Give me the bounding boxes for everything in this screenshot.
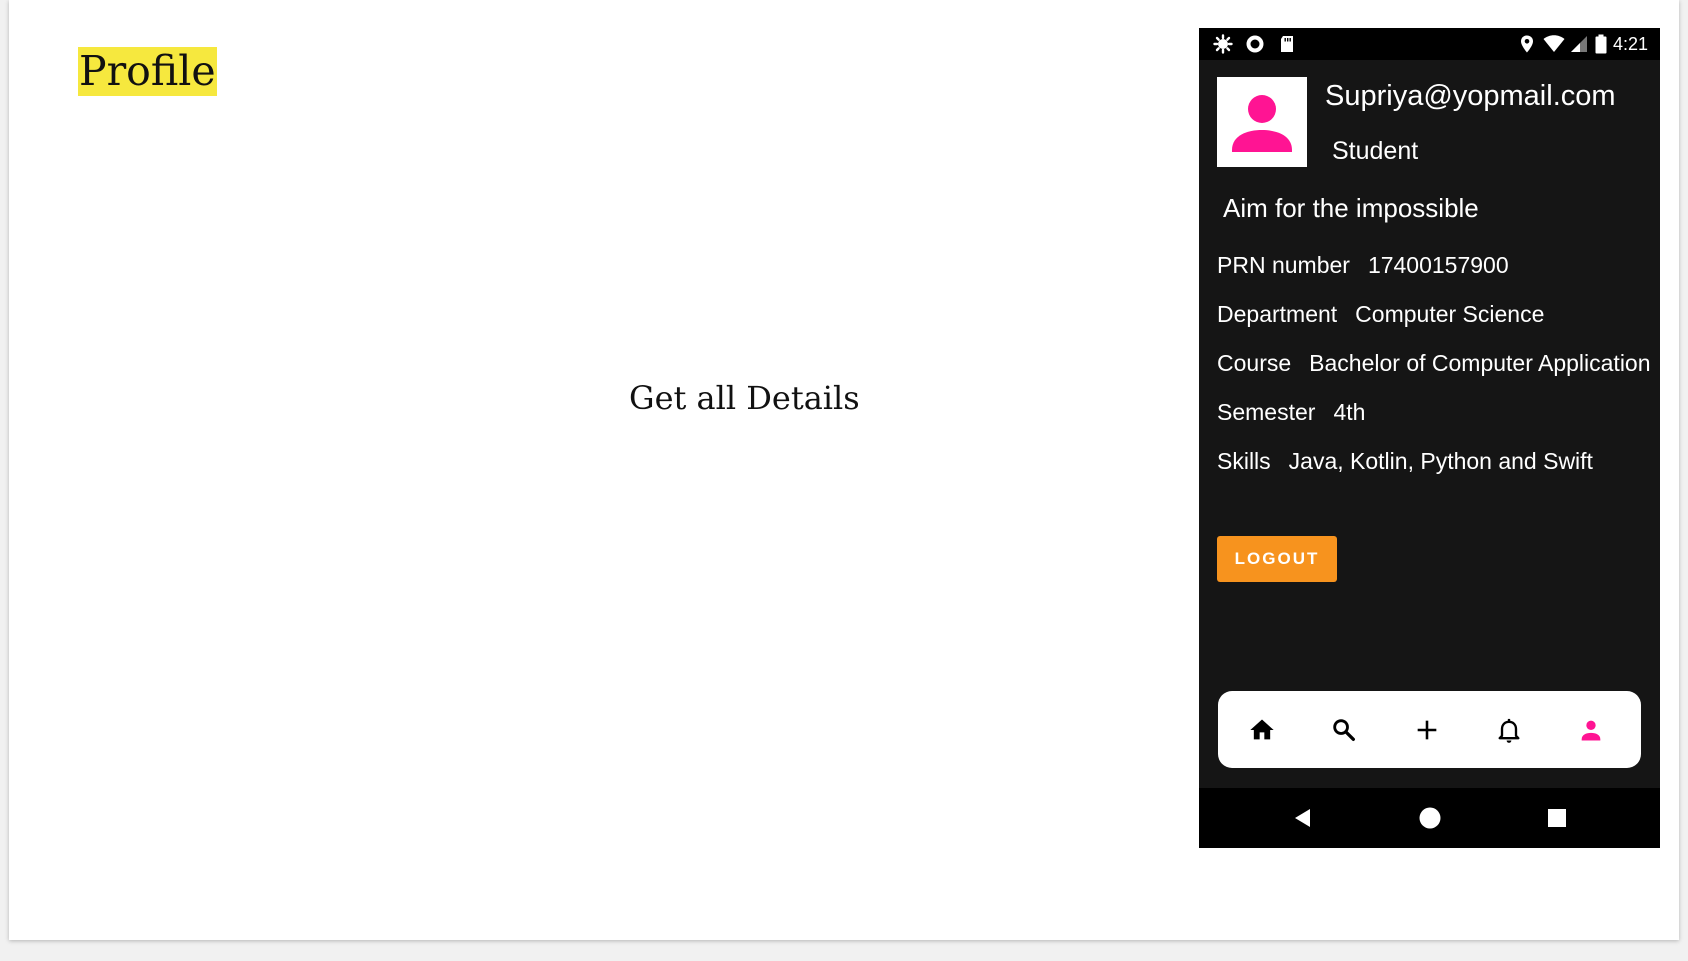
profile-motto: Aim for the impossible <box>1223 193 1479 223</box>
detail-value: 17400157900 <box>1367 252 1509 278</box>
detail-row-skills: Skills Java, Kotlin, Python and Swift <box>1217 446 1657 495</box>
nav-add[interactable] <box>1407 710 1447 750</box>
detail-value: 4th <box>1333 399 1366 425</box>
battery-icon <box>1595 34 1607 54</box>
system-nav-bar <box>1199 788 1660 848</box>
status-time: 4:21 <box>1612 33 1648 54</box>
home-circle-icon <box>1419 807 1441 829</box>
detail-row-semester: Semester 4th <box>1217 397 1657 446</box>
detail-row-course: Course Bachelor of Computer Application <box>1217 348 1657 397</box>
detail-value: Java, Kotlin, Python and Swift <box>1288 448 1593 474</box>
profile-role: Student <box>1332 137 1419 165</box>
avatar <box>1217 77 1307 167</box>
detail-label: Semester <box>1217 399 1316 425</box>
record-icon <box>1245 34 1265 54</box>
system-home-button[interactable] <box>1418 806 1442 830</box>
search-icon <box>1333 719 1355 741</box>
sd-card-icon <box>1277 34 1297 54</box>
profile-email: Supriya@yopmail.com <box>1325 80 1616 112</box>
detail-label: Department <box>1217 301 1338 327</box>
system-back-button[interactable] <box>1291 806 1315 830</box>
person-icon <box>1581 720 1601 741</box>
back-icon <box>1295 809 1310 827</box>
slide-title: Profile <box>78 47 217 96</box>
nav-search[interactable] <box>1324 710 1364 750</box>
signal-icon <box>1569 34 1589 54</box>
detail-label: Course <box>1217 350 1292 376</box>
slide-center-text: Get all Details <box>629 379 860 417</box>
profile-details: PRN number 17400157900 Department Computer… <box>1217 250 1657 495</box>
detail-label: Skills <box>1217 448 1271 474</box>
detail-value: Bachelor of Computer Application <box>1309 350 1651 376</box>
add-icon <box>1417 720 1437 740</box>
system-recents-button[interactable] <box>1545 806 1569 830</box>
detail-label: PRN number <box>1217 252 1350 278</box>
slide: Profile Get all Details 4:21 Supriya@yop… <box>9 0 1679 940</box>
recents-icon <box>1548 809 1566 827</box>
nav-profile[interactable] <box>1571 710 1611 750</box>
bell-icon <box>1498 718 1520 743</box>
home-icon <box>1250 719 1274 740</box>
detail-value: Computer Science <box>1355 301 1545 327</box>
phone-screen: 4:21 Supriya@yopmail.com Student Aim for… <box>1199 28 1660 848</box>
nav-home[interactable] <box>1242 710 1282 750</box>
settings-icon <box>1213 34 1233 54</box>
person-icon <box>1232 95 1292 152</box>
location-icon <box>1517 34 1537 54</box>
detail-row-department: Department Computer Science <box>1217 299 1657 348</box>
nav-notifications[interactable] <box>1489 710 1529 750</box>
bottom-nav <box>1218 691 1641 768</box>
status-bar: 4:21 <box>1199 28 1660 60</box>
logout-button[interactable]: LOGOUT <box>1217 536 1337 582</box>
wifi-icon <box>1543 34 1565 54</box>
detail-row-prn: PRN number 17400157900 <box>1217 250 1657 299</box>
